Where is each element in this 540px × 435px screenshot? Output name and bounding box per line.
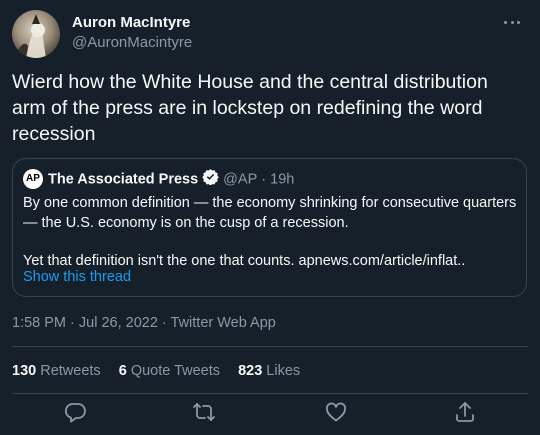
divider [12,346,528,347]
quoted-tweet-header: AP The Associated Press @AP · 19h [23,168,294,189]
quote-tweets-label: Quote Tweets [130,363,221,379]
quoted-tweet-text: By one common definition — the economy s… [23,194,523,272]
reply-icon[interactable] [63,400,87,424]
quoted-tweet[interactable]: AP The Associated Press @AP · 19h By one c… [12,158,527,297]
likes-label: Likes [266,363,301,379]
quoted-author-handle: @AP [223,171,258,188]
dot-separator: · [261,171,267,188]
quoted-paragraph-2-text: Yet that definition isn't the one that c… [23,253,299,269]
divider [12,393,528,394]
retweets-label: Retweets [40,363,101,379]
verified-badge-icon [202,168,219,189]
author-handle[interactable]: @AuronMacintyre [72,34,192,51]
share-icon[interactable] [453,400,477,424]
quoted-paragraph-1: By one common definition — the economy s… [23,195,517,231]
like-icon[interactable] [324,400,348,424]
retweet-icon[interactable] [192,400,216,424]
ap-avatar[interactable]: AP [23,168,43,189]
quote-tweets-count: 6 [118,363,127,379]
retweets-count: 130 [12,363,37,379]
tweet-text: Wierd how the White House and the centra… [12,71,488,145]
avatar[interactable] [12,10,60,58]
likes-stat[interactable]: 823 Likes [238,363,300,379]
quote-tweets-stat[interactable]: 6 Quote Tweets [119,363,220,379]
more-icon[interactable] [500,12,524,32]
engagement-stats: 130 Retweets 6 Quote Tweets 823 Likes [12,363,314,379]
tweet-meta[interactable]: 1:58 PM · Jul 26, 2022 · Twitter Web App [12,315,276,331]
tweet-header: Auron MacIntyre @AuronMacintyre [12,10,528,58]
action-bar [0,400,540,430]
quoted-author-name[interactable]: The Associated Press [48,172,198,188]
show-thread-link[interactable]: Show this thread [23,269,131,285]
retweets-stat[interactable]: 130 Retweets [12,363,101,379]
article-link[interactable]: apnews.com/article/inflat.. [299,253,466,269]
likes-count: 823 [238,363,263,379]
author-name[interactable]: Auron MacIntyre [72,14,190,31]
quoted-timestamp[interactable]: 19h [270,172,294,188]
